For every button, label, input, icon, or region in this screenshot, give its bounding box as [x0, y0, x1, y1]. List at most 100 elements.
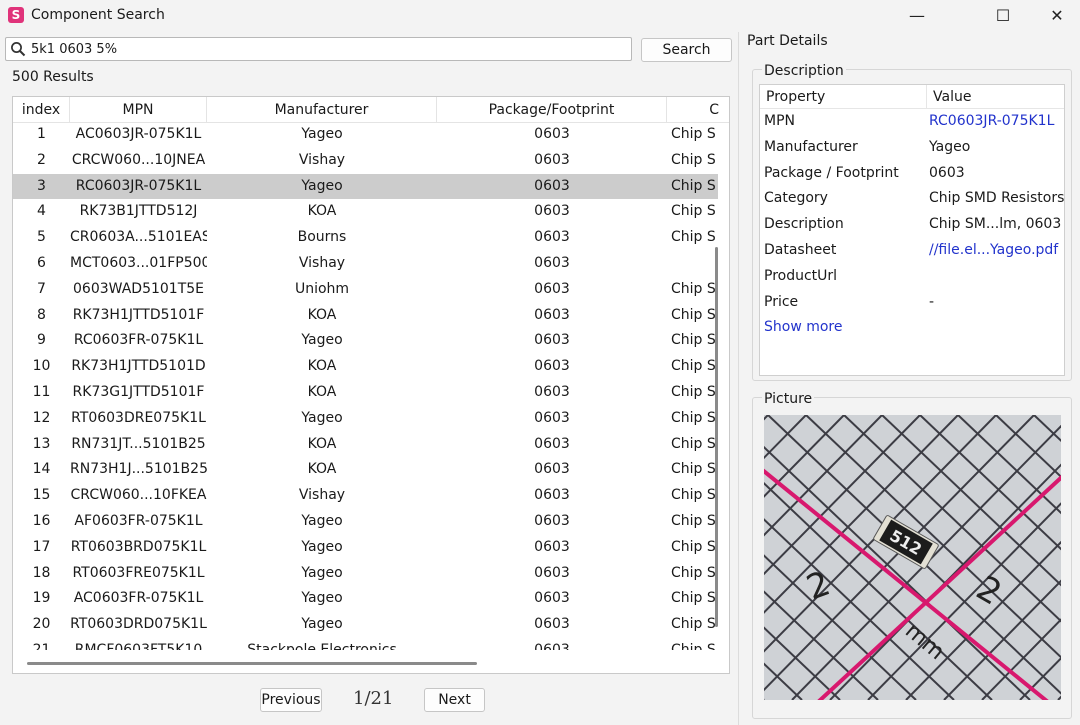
- property-row[interactable]: ProductUrl: [760, 264, 1064, 290]
- table-row[interactable]: 7 0603WAD5101T5E Uniohm 0603 Chip S: [13, 277, 718, 303]
- category-cell: Chip S: [671, 409, 716, 426]
- table-row[interactable]: 8 RK73H1JTTD5101F KOA 0603 Chip S: [13, 303, 718, 329]
- package-cell: 0603: [534, 358, 570, 375]
- manufacturer-cell: Yageo: [301, 590, 343, 607]
- index-cell: 12: [32, 409, 51, 426]
- table-row[interactable]: 3 RC0603JR-075K1L Yageo 0603 Chip S: [13, 173, 718, 200]
- property-value[interactable]: RC0603JR-075K1L: [929, 109, 1064, 135]
- table-row[interactable]: 14 RN73H1J...5101B25 KOA 0603 Chip S: [13, 457, 718, 483]
- manufacturer-cell: Yageo: [301, 177, 343, 194]
- category-cell: Chip S: [671, 177, 716, 194]
- property-row[interactable]: Datasheet //file.el...Yageo.pdf: [760, 238, 1064, 264]
- column-header-package[interactable]: Package/Footprint: [437, 97, 667, 123]
- property-name: Description: [764, 216, 844, 233]
- index-cell: 4: [37, 203, 46, 220]
- maximize-button[interactable]: ☐: [980, 2, 1026, 30]
- property-column-header[interactable]: Property: [760, 85, 927, 109]
- search-input[interactable]: [31, 40, 621, 58]
- category-cell: Chip S: [671, 280, 716, 297]
- property-row[interactable]: Manufacturer Yageo: [760, 135, 1064, 161]
- table-row[interactable]: 6 MCT0603...01FP500 Vishay 0603 I: [13, 251, 718, 277]
- index-cell: 17: [32, 538, 51, 555]
- package-cell: 0603: [534, 590, 570, 607]
- table-row[interactable]: 18 RT0603FRE075K1L Yageo 0603 Chip S: [13, 561, 718, 587]
- results-table: index MPN Manufacturer Package/Footprint…: [12, 96, 730, 674]
- show-more-link[interactable]: Show more: [764, 315, 843, 341]
- index-cell: 2: [37, 151, 46, 168]
- table-row[interactable]: 12 RT0603DRE075K1L Yageo 0603 Chip S: [13, 406, 718, 432]
- horizontal-scrollbar[interactable]: [27, 662, 477, 665]
- property-row[interactable]: Description Chip SM...lm, 0603: [760, 212, 1064, 238]
- category-cell: Chip S: [671, 203, 716, 220]
- search-button[interactable]: Search: [641, 38, 732, 62]
- app-icon: S: [8, 7, 24, 23]
- table-row[interactable]: 4 RK73B1JTTD512J KOA 0603 Chip S: [13, 199, 718, 225]
- manufacturer-cell: Yageo: [301, 564, 343, 581]
- close-button[interactable]: ✕: [1034, 2, 1080, 30]
- table-row[interactable]: 16 AF0603FR-075K1L Yageo 0603 Chip S: [13, 509, 718, 535]
- category-cell: Chip S: [671, 358, 716, 375]
- table-row[interactable]: 10 RK73H1JTTD5101D KOA 0603 Chip S: [13, 354, 718, 380]
- table-row[interactable]: 15 CRCW060...10FKEA Vishay 0603 Chip S: [13, 483, 718, 509]
- table-row[interactable]: 13 RN731JT...5101B25 KOA 0603 Chip S: [13, 432, 718, 458]
- table-row[interactable]: 2 CRCW060...10JNEA Vishay 0603 Chip S: [13, 148, 718, 174]
- table-row[interactable]: 5 CR0603A...5101EAS Bourns 0603 Chip S: [13, 225, 718, 251]
- index-cell: 11: [32, 383, 51, 400]
- properties-header: Property Value: [760, 85, 1064, 109]
- mpn-cell: RC0603JR-075K1L: [75, 177, 202, 194]
- manufacturer-cell: KOA: [307, 461, 337, 478]
- package-cell: 0603: [534, 177, 570, 194]
- mpn-cell: RK73H1JTTD5101F: [72, 306, 205, 323]
- column-header-mpn[interactable]: MPN: [70, 97, 207, 123]
- index-cell: 7: [37, 280, 46, 297]
- title-bar: S Component Search — ☐ ✕: [0, 0, 1080, 32]
- property-row[interactable]: MPN RC0603JR-075K1L: [760, 109, 1064, 135]
- table-row[interactable]: 9 RC0603FR-075K1L Yageo 0603 Chip S: [13, 328, 718, 354]
- index-cell: 8: [37, 306, 46, 323]
- manufacturer-cell: Vishay: [298, 254, 346, 271]
- value-column-header[interactable]: Value: [927, 85, 1064, 109]
- table-row[interactable]: 21 RMCF0603FT5K10 Stackpole Electronics 060…: [13, 638, 718, 650]
- package-cell: 0603: [534, 254, 570, 271]
- mpn-cell: AC0603FR-075K1L: [73, 590, 204, 607]
- table-row[interactable]: 1 AC0603JR-075K1L Yageo 0603 Chip S: [13, 122, 718, 148]
- property-row[interactable]: Package / Footprint 0603: [760, 161, 1064, 187]
- mpn-cell: RK73G1JTTD5101F: [72, 383, 205, 400]
- minimize-button[interactable]: —: [894, 2, 940, 30]
- search-box[interactable]: [5, 37, 632, 61]
- mpn-cell: 0603WAD5101T5E: [73, 280, 204, 297]
- property-row[interactable]: Category Chip SMD Resistors: [760, 186, 1064, 212]
- table-row[interactable]: 17 RT0603BRD075K1L Yageo 0603 Chip S: [13, 535, 718, 561]
- package-cell: 0603: [534, 409, 570, 426]
- package-cell: 0603: [534, 383, 570, 400]
- next-page-button[interactable]: Next: [424, 688, 485, 712]
- mpn-cell: RK73H1JTTD5101D: [71, 358, 206, 375]
- package-cell: 0603: [534, 487, 570, 504]
- category-cell: Chip S: [671, 383, 716, 400]
- manufacturer-cell: KOA: [307, 358, 337, 375]
- package-cell: 0603: [534, 435, 570, 452]
- manufacturer-cell: Yageo: [301, 332, 343, 349]
- package-cell: 0603: [534, 203, 570, 220]
- property-name: Price: [764, 293, 799, 310]
- table-row[interactable]: 11 RK73G1JTTD5101F KOA 0603 Chip S: [13, 380, 718, 406]
- property-row[interactable]: Price -: [760, 290, 1064, 316]
- column-header-manufacturer[interactable]: Manufacturer: [207, 97, 437, 123]
- column-header-category[interactable]: C: [667, 97, 729, 123]
- vertical-scrollbar[interactable]: [715, 247, 718, 627]
- table-row[interactable]: 20 RT0603DRD075K1L Yageo 0603 Chip S: [13, 612, 718, 638]
- column-header-index[interactable]: index: [13, 97, 70, 123]
- property-value: 0603: [929, 164, 965, 181]
- previous-page-button[interactable]: Previous: [260, 688, 322, 712]
- search-icon: [11, 42, 26, 57]
- property-value[interactable]: //file.el...Yageo.pdf: [929, 238, 1064, 264]
- manufacturer-cell: Stackpole Electronics: [247, 641, 397, 650]
- table-row[interactable]: 19 AC0603FR-075K1L Yageo 0603 Chip S: [13, 586, 718, 612]
- panel-divider[interactable]: [738, 32, 739, 725]
- part-picture: 512 2 2 mm: [764, 415, 1061, 700]
- index-cell: 16: [32, 512, 51, 529]
- index-cell: 20: [32, 616, 51, 633]
- manufacturer-cell: Yageo: [301, 616, 343, 633]
- window-title: Component Search: [31, 7, 165, 23]
- mpn-cell: CR0603A...5101EAS: [70, 229, 207, 246]
